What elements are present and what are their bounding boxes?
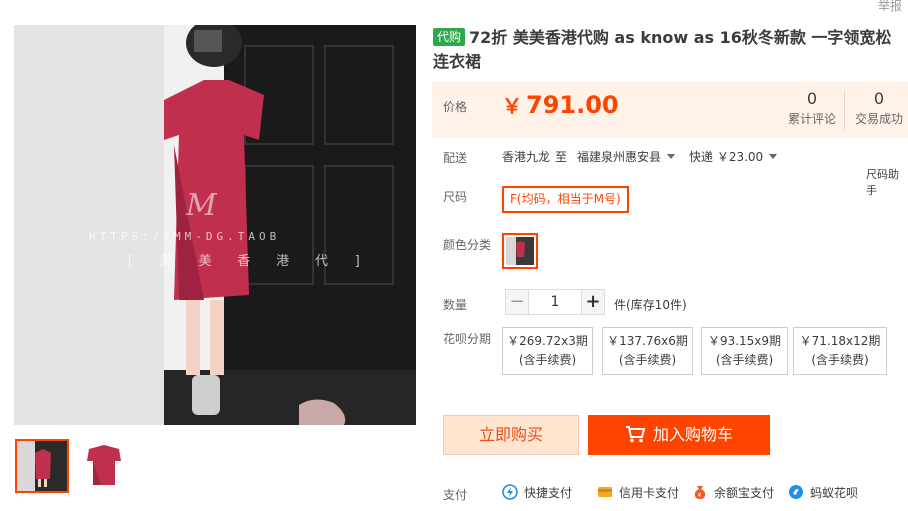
installment-fee: (含手续费) xyxy=(811,353,869,367)
sales-count: 0 xyxy=(873,89,885,108)
color-option[interactable] xyxy=(502,233,538,269)
color-label: 颜色分类 xyxy=(443,238,492,252)
size-label: 尺码 xyxy=(443,190,468,204)
thumbnail-2[interactable] xyxy=(77,439,131,493)
payment-method-label: 余额宝支付 xyxy=(714,486,775,500)
dress-photo: M xyxy=(164,25,346,425)
ship-to-word: 至 xyxy=(555,150,568,164)
payment-quick: 快捷支付 xyxy=(502,484,572,502)
shipping-method-text: 快递 ￥23.00 xyxy=(689,150,764,164)
quantity-label: 数量 xyxy=(443,298,468,312)
installment-fee: (含手续费) xyxy=(518,353,577,367)
money-bag-icon: ¥ xyxy=(694,486,706,499)
ship-from: 香港九龙 xyxy=(502,150,551,164)
quantity-increase-button[interactable]: + xyxy=(581,289,605,315)
currency-symbol: ￥ xyxy=(502,94,522,118)
payment-yuebao: ¥ 余额宝支付 xyxy=(692,484,774,502)
payment-label: 支付 xyxy=(443,488,468,502)
reviews-count: 0 xyxy=(806,89,818,108)
shipping-method-select[interactable]: 快递 ￥23.00 xyxy=(689,148,778,165)
installment-price: ￥269.72x3期 xyxy=(507,334,588,348)
price-label: 价格 xyxy=(443,100,468,114)
installment-price: ￥71.18x12期 xyxy=(799,334,881,348)
watermark-url: HTTPS://MM-DG.TAOB xyxy=(89,230,281,243)
sales-label: 交易成功 xyxy=(854,112,903,126)
installment-option-6[interactable]: ￥137.76x6期 (含手续费) xyxy=(602,327,693,375)
sales-stat: 0 交易成功 xyxy=(850,88,908,127)
shipping-label: 配送 xyxy=(443,151,468,165)
cart-icon xyxy=(625,426,645,443)
main-product-image[interactable]: M HTTPS://MM-DG.TAOB [ 美 美 香 港 代 ] xyxy=(14,25,416,425)
payment-method-label: 快捷支付 xyxy=(524,486,573,500)
color-swatch-image xyxy=(506,237,534,265)
reviews-label: 累计评论 xyxy=(787,112,836,126)
quantity-input[interactable] xyxy=(529,289,581,315)
stat-divider xyxy=(844,90,845,130)
product-title-text: 72折 美美香港代购 as know as 16秋冬新款 一字领宽松连衣裙 xyxy=(433,28,892,71)
huabei-icon xyxy=(789,485,803,499)
add-to-cart-label: 加入购物车 xyxy=(652,425,733,444)
stock-info: 件(库存10件) xyxy=(614,298,687,312)
add-to-cart-button[interactable]: 加入购物车 xyxy=(588,415,770,455)
product-title: 代购 72折 美美香港代购 as know as 16秋冬新款 一字领宽松连衣裙 xyxy=(433,26,905,74)
installment-price: ￥137.76x6期 xyxy=(607,334,688,348)
reviews-stat[interactable]: 0 累计评论 xyxy=(784,88,840,127)
svg-text:¥: ¥ xyxy=(698,492,702,499)
size-helper-link[interactable]: 尺码助手 xyxy=(866,166,908,198)
credit-card-icon xyxy=(598,487,612,497)
price-amount: 791.00 xyxy=(526,91,619,119)
buy-now-button[interactable]: 立即购买 xyxy=(443,415,579,455)
chevron-down-icon xyxy=(667,154,676,159)
installment-option-12[interactable]: ￥71.18x12期 (含手续费) xyxy=(793,327,887,375)
payment-method-label: 信用卡支付 xyxy=(619,486,680,500)
installment-option-9[interactable]: ￥93.15x9期 (含手续费) xyxy=(701,327,788,375)
watermark-shop: [ 美 美 香 港 代 ] xyxy=(126,254,371,269)
payment-huabei: 蚂蚁花呗 xyxy=(788,484,858,502)
installment-fee: (含手续费) xyxy=(715,353,774,367)
price-value: ￥ 791.00 xyxy=(502,90,619,119)
size-option-f[interactable]: F(均码，相当于M号) xyxy=(502,186,629,213)
payment-method-label: 蚂蚁花呗 xyxy=(810,486,859,500)
thumbnail-1[interactable] xyxy=(15,439,69,493)
quantity-decrease-button[interactable]: − xyxy=(505,289,529,315)
destination-select[interactable]: 福建泉州惠安县 xyxy=(577,148,676,165)
report-link[interactable]: 举报 xyxy=(878,0,902,14)
installment-price: ￥93.15x9期 xyxy=(707,334,782,348)
installment-fee: (含手续费) xyxy=(618,353,677,367)
destination-text: 福建泉州惠安县 xyxy=(577,150,662,164)
payment-credit-card: 信用卡支付 xyxy=(597,484,679,502)
installment-option-3[interactable]: ￥269.72x3期 (含手续费) xyxy=(502,327,593,375)
price-panel: 价格 ￥ 791.00 0 累计评论 0 交易成功 xyxy=(432,82,908,138)
chevron-down-icon xyxy=(769,154,778,159)
installment-label: 花呗分期 xyxy=(443,332,492,346)
svg-text:M: M xyxy=(185,188,218,223)
daigou-tag: 代购 xyxy=(433,28,466,46)
quick-pay-icon xyxy=(502,484,518,500)
